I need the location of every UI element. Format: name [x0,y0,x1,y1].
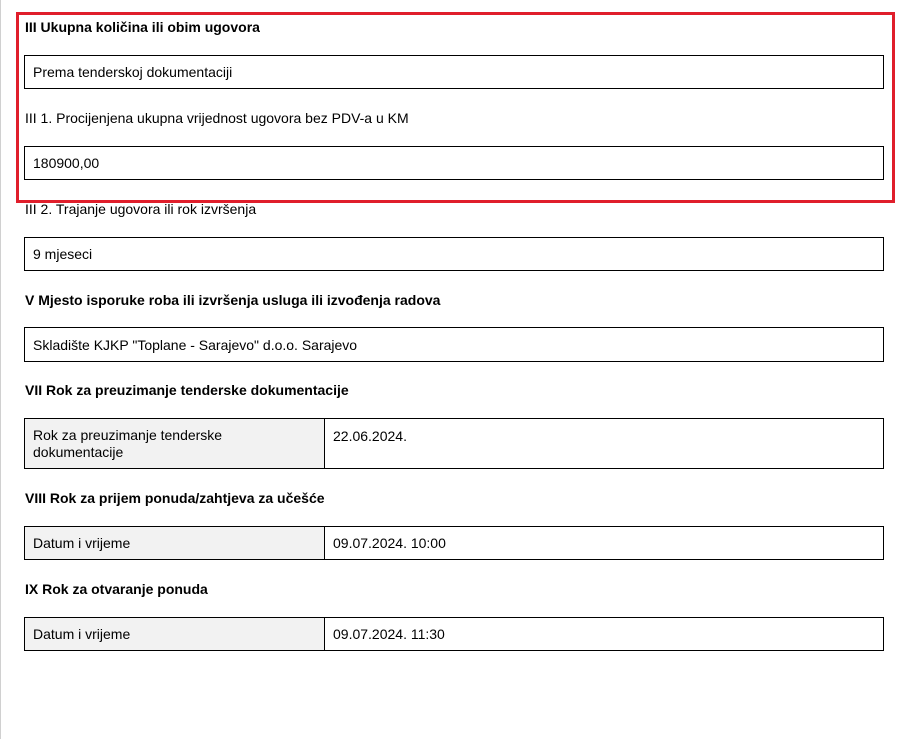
duration-value: 9 mjeseci [33,246,93,262]
tender-docs-deadline-key: Rok za preuzimanje tenderske dokumentaci… [25,419,325,468]
tender-docs-deadline-table: Rok za preuzimanje tenderske dokumentaci… [24,418,884,469]
bid-receipt-key: Datum i vrijeme [25,527,325,559]
bid-receipt-value: 09.07.2024. 10:00 [333,535,446,551]
section-v-heading: V Mjesto isporuke roba ili izvršenja usl… [25,292,441,308]
bid-receipt-table: Datum i vrijeme 09.07.2024. 10:00 [24,526,884,560]
quantity-field: Prema tenderskoj dokumentaciji [24,55,884,89]
section-iii-heading: III Ukupna količina ili obim ugovora [25,19,260,35]
estimated-value-label: III 1. Procijenjena ukupna vrijednost ug… [25,110,409,126]
section-vii-heading: VII Rok za preuzimanje tenderske dokumen… [25,382,349,398]
estimated-value-field: 180900,00 [24,146,884,180]
section-ix-heading: IX Rok za otvaranje ponuda [25,581,208,597]
duration-label: III 2. Trajanje ugovora ili rok izvršenj… [25,201,257,217]
bid-opening-table: Datum i vrijeme 09.07.2024. 11:30 [24,617,884,651]
bid-opening-value: 09.07.2024. 11:30 [333,626,445,642]
page-left-edge [0,0,1,739]
estimated-value: 180900,00 [33,155,100,171]
delivery-place-field: Skladište KJKP "Toplane - Sarajevo" d.o.… [24,327,884,362]
tender-docs-deadline-value: 22.06.2024. [333,428,407,444]
quantity-value: Prema tenderskoj dokumentaciji [33,64,233,80]
bid-opening-key: Datum i vrijeme [25,618,325,650]
delivery-place-value: Skladište KJKP "Toplane - Sarajevo" d.o.… [33,336,358,353]
duration-field: 9 mjeseci [24,237,884,271]
section-viii-heading: VIII Rok za prijem ponuda/zahtjeva za uč… [25,490,325,506]
